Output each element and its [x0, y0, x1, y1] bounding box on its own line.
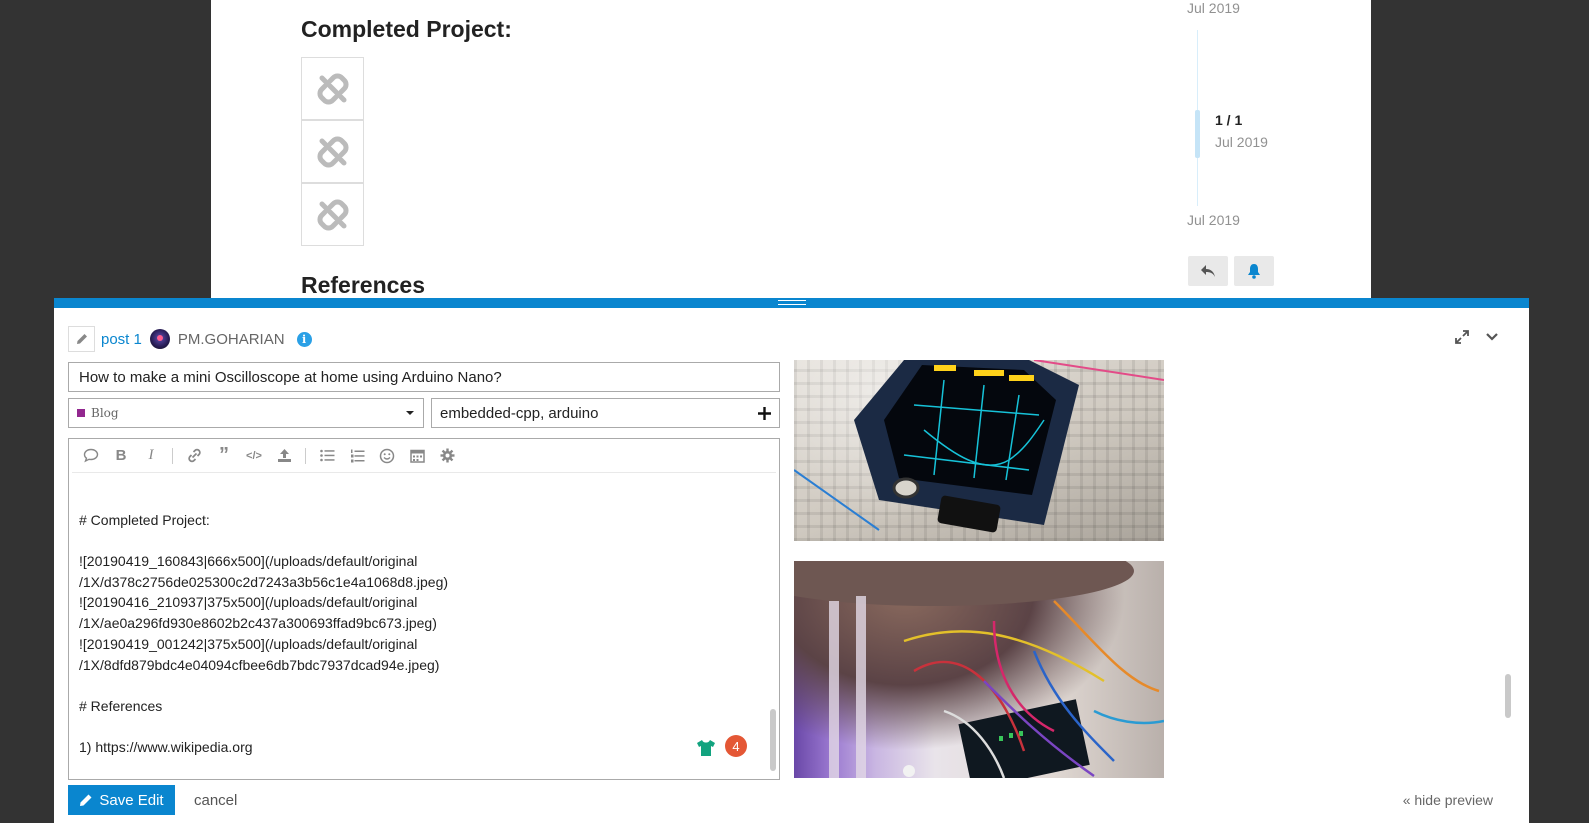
avatar: [149, 329, 170, 349]
heading-completed-project: Completed Project:: [301, 16, 512, 42]
gear-icon[interactable]: [438, 447, 456, 465]
composer-controls: [1455, 330, 1499, 344]
topic-title-input[interactable]: How to make a mini Oscilloscope at home …: [68, 362, 780, 392]
topic-timeline: Jul 2019 1 / 1 Jul 2019 Jul 2019: [211, 0, 1371, 300]
calendar-icon[interactable]: [408, 447, 426, 465]
editor-textarea[interactable]: # Completed Project: ![20190419_160843|66…: [79, 489, 759, 758]
editor-line: 1) https://www.wikipedia.org: [79, 739, 253, 756]
toolbar-divider: [305, 447, 306, 464]
tshirt-icon[interactable]: [696, 739, 716, 757]
blockquote-icon[interactable]: ”: [215, 444, 233, 466]
editor-line: ![20190419_001242|375x500](/uploads/defa…: [79, 635, 418, 652]
preview-pane: [794, 360, 1514, 780]
bell-icon: [1248, 264, 1260, 279]
composer: post 1 PM.GOHARIAN i How to make a mini …: [54, 298, 1529, 823]
username[interactable]: PM.GOHARIAN: [178, 331, 285, 348]
pencil-icon: [80, 794, 92, 806]
editor-scrollbar[interactable]: [770, 709, 776, 771]
editor-toolbar: B I ” </>: [72, 439, 776, 473]
composer-resize-grip[interactable]: [778, 300, 806, 305]
numbered-list-icon[interactable]: [348, 447, 366, 465]
upload-icon[interactable]: [275, 447, 293, 465]
reply-button[interactable]: [1188, 256, 1228, 286]
emoji-icon[interactable]: [378, 447, 396, 465]
editor[interactable]: B I ” </> # Completed Project: ![20190419…: [68, 438, 780, 780]
timeline-track: [1197, 30, 1198, 206]
notification-button[interactable]: [1234, 256, 1274, 286]
tags-value: embedded-cpp, arduino: [440, 404, 599, 422]
save-edit-label: Save Edit: [99, 791, 164, 809]
timeline-current-date: Jul 2019: [1215, 134, 1268, 150]
broken-image-icon[interactable]: [301, 57, 364, 120]
post-link[interactable]: post 1: [101, 331, 142, 348]
timeline-post-count: 1 / 1: [1215, 112, 1243, 128]
italic-icon[interactable]: I: [142, 447, 160, 465]
info-icon[interactable]: i: [296, 331, 312, 347]
editor-line: /1X/ae0a296fd930e8602b2c437a300693ffad9b…: [79, 615, 437, 632]
composer-header: post 1 PM.GOHARIAN i: [68, 326, 312, 352]
hide-preview-link[interactable]: « hide preview: [1403, 792, 1493, 808]
cancel-link[interactable]: cancel: [194, 792, 237, 809]
reply-icon: [1201, 265, 1215, 277]
category-label: Blog: [91, 406, 119, 420]
link-icon[interactable]: [185, 447, 203, 465]
editor-line: ![20190416_210937|375x500](/uploads/defa…: [79, 594, 418, 611]
heading-references: References: [301, 272, 426, 298]
quote-reply-icon[interactable]: [82, 447, 100, 465]
toolbar-divider: [172, 447, 173, 464]
preview-image-oscilloscope: [794, 360, 1164, 541]
bullet-list-icon[interactable]: [318, 447, 336, 465]
chevron-down-icon[interactable]: [1485, 330, 1499, 344]
timeline-start-date[interactable]: Jul 2019: [1187, 0, 1240, 16]
bold-icon[interactable]: B: [112, 447, 130, 465]
broken-image-icon[interactable]: [301, 183, 364, 246]
caret-down-icon: [406, 411, 414, 415]
category-color-swatch: [77, 409, 85, 417]
timeline-handle[interactable]: [1195, 110, 1200, 158]
preview-scrollbar[interactable]: [1505, 674, 1511, 718]
notification-count-badge[interactable]: 4: [725, 735, 747, 757]
editor-line: ![20190419_160843|666x500](/uploads/defa…: [79, 553, 418, 570]
timeline-end-date[interactable]: Jul 2019: [1187, 212, 1240, 228]
fullscreen-icon[interactable]: [1455, 330, 1469, 344]
save-edit-button[interactable]: Save Edit: [68, 785, 175, 815]
broken-image-icon[interactable]: [301, 120, 364, 183]
editor-line: # Completed Project:: [79, 511, 210, 528]
code-icon[interactable]: </>: [245, 447, 263, 465]
editor-line: /1X/d378c2756de025300c2d7243a3b56c1e4a10…: [79, 573, 449, 590]
edit-action-toggle[interactable]: [68, 326, 95, 352]
preview-image-wiring: [794, 561, 1164, 778]
category-select[interactable]: Blog: [68, 398, 424, 428]
pencil-icon: [76, 334, 87, 344]
tags-input[interactable]: embedded-cpp, arduino: [431, 398, 780, 428]
plus-icon[interactable]: [758, 406, 771, 420]
editor-line: # References: [79, 697, 163, 714]
editor-line: /1X/8dfd879bdc4e04094cfbee6db7bdc7937dca…: [79, 656, 440, 673]
topic-page: Completed Project: References Jul 2019 1…: [211, 0, 1371, 300]
